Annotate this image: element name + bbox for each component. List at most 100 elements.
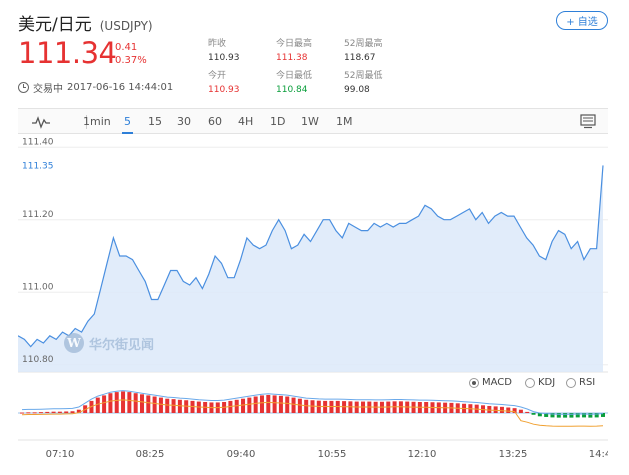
indicator-option-macd[interactable]: MACD (469, 377, 512, 388)
macd-bar (506, 407, 511, 413)
macd-bar (95, 397, 100, 413)
macd-bar (285, 396, 290, 413)
instrument-title: 美元/日元 (USDJPY) (18, 10, 153, 35)
radio-icon (566, 377, 576, 388)
macd-bar (45, 411, 50, 413)
indicator-option-kdj[interactable]: KDJ (525, 377, 555, 388)
stat-value: 111.38 (276, 53, 308, 63)
macd-bar (171, 399, 176, 413)
indicator-label: KDJ (538, 377, 556, 388)
macd-bar (114, 392, 119, 413)
pair-code: (USDJPY) (99, 19, 153, 33)
macd-bar (493, 406, 498, 413)
radio-icon (525, 377, 535, 388)
indicator-option-rsi[interactable]: RSI (566, 377, 595, 388)
macd-bar (26, 412, 31, 414)
x-tick-label: 08:25 (136, 449, 165, 460)
stat-value: 110.93 (208, 53, 240, 63)
pair-name: 美元/日元 (18, 15, 92, 35)
macd-bar (57, 411, 62, 413)
macd-bar (177, 399, 182, 413)
macd-bar (499, 406, 504, 413)
macd-bar (247, 397, 252, 413)
stat-value: 99.08 (344, 85, 370, 95)
stat-52w-low: 52周最低 99.08 (344, 70, 382, 96)
period-1d[interactable]: 1D (270, 115, 285, 128)
stat-value: 110.93 (208, 85, 240, 95)
price-change: 0.41 0.37% (115, 41, 147, 67)
macd-bar (563, 413, 568, 418)
macd-bar (108, 393, 113, 413)
period-60[interactable]: 60 (208, 115, 222, 128)
x-tick-label: 14:4 (589, 449, 608, 460)
stat-open: 今开 110.93 (208, 70, 240, 96)
macd-bar (152, 396, 157, 413)
macd-bar (70, 411, 75, 413)
stat-label: 今日最低 (276, 71, 313, 81)
macd-bar (165, 398, 170, 413)
x-tick-label: 09:40 (227, 449, 256, 460)
x-tick-label: 13:25 (499, 449, 528, 460)
stat-label: 52周最低 (344, 71, 383, 81)
price-chart[interactable]: 111.40 111.20 111.00 110.80 111.35 07:10 08:2… (17, 135, 611, 470)
screenshot-icon[interactable] (580, 114, 596, 129)
trading-status: 交易中 2017-06-16 14:44:01 (18, 80, 173, 95)
macd-bar (102, 395, 107, 413)
period-1min[interactable]: 1min (83, 115, 111, 128)
period-1m[interactable]: 1M (336, 115, 353, 128)
macd-bar (253, 396, 258, 413)
y-tick-label: 111.20 (22, 210, 54, 220)
period-30[interactable]: 30 (177, 115, 191, 128)
macd-bar (272, 395, 277, 413)
stat-today-low: 今日最低 110.84 (276, 70, 312, 96)
watermark-logo: W (64, 333, 84, 353)
macd-bar (158, 397, 163, 413)
x-tick-label: 10:55 (318, 449, 347, 460)
macd-bar (525, 411, 530, 413)
macd-bar (291, 397, 296, 413)
macd-bar (278, 395, 283, 413)
stat-label: 52周最高 (344, 39, 383, 49)
stat-52w-high: 52周最高 118.67 (344, 38, 382, 64)
y-tick-label: 110.80 (22, 355, 54, 365)
watermark: W 华尔街见闻 (64, 333, 154, 353)
y-tick-label: 111.00 (22, 282, 54, 292)
macd-bar (32, 412, 37, 414)
macd-bar (64, 411, 69, 413)
period-1w[interactable]: 1W (301, 115, 319, 128)
macd-bar (51, 411, 56, 413)
macd-bar (139, 394, 144, 413)
current-price: 111.34 (18, 36, 117, 70)
change-value: 0.41 (115, 42, 138, 53)
macd-bar (259, 395, 264, 413)
macd-bar (38, 412, 43, 414)
stat-label: 今日最高 (276, 39, 313, 49)
macd-bar (266, 394, 271, 413)
stat-value: 110.84 (276, 85, 308, 95)
stat-label: 今开 (208, 71, 227, 81)
macd-bar (146, 395, 151, 413)
macd-bar (133, 393, 138, 413)
macd-bar (518, 409, 523, 413)
macd-bar (531, 413, 536, 415)
change-percent: 0.37% (115, 55, 147, 66)
add-watchlist-button[interactable]: + 自选 (556, 11, 608, 30)
period-5[interactable]: 5 (124, 115, 131, 128)
active-period-indicator (122, 132, 133, 134)
stat-today-high: 今日最高 111.38 (276, 38, 312, 64)
y-tick-label: 111.40 (22, 137, 54, 147)
period-15[interactable]: 15 (148, 115, 162, 128)
macd-bar (20, 412, 24, 414)
chart-type-icon[interactable] (32, 115, 50, 129)
macd-bar (304, 399, 309, 413)
clock-icon (18, 82, 29, 93)
radio-icon (469, 377, 479, 388)
indicator-label: MACD (482, 377, 512, 388)
watermark-text: 华尔街见闻 (89, 337, 155, 353)
macd-bar (297, 398, 302, 413)
trading-state: 交易中 (33, 84, 63, 95)
x-tick-label: 07:10 (46, 449, 75, 460)
period-4h[interactable]: 4H (238, 115, 253, 128)
stat-label: 昨收 (208, 39, 227, 49)
current-price-label: 111.35 (22, 161, 54, 171)
